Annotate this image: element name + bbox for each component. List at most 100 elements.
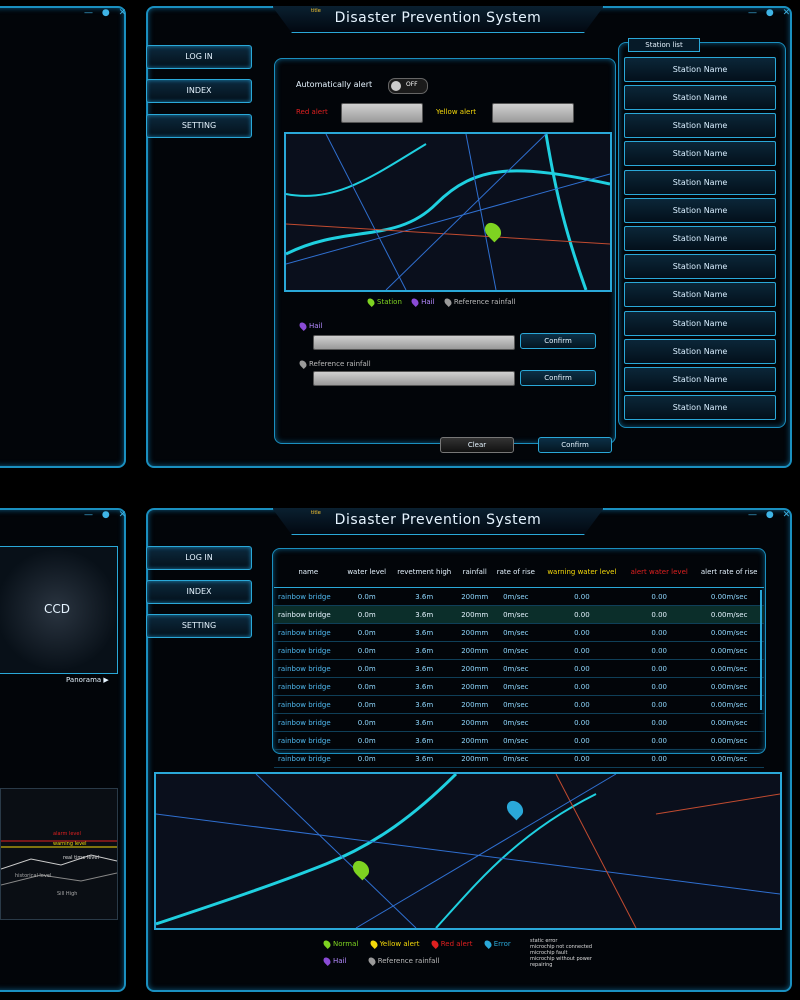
table-cell: 0.00m/sec (694, 695, 764, 714)
map-top-drawing (286, 134, 610, 290)
station-item[interactable]: Station Name (624, 226, 776, 251)
nav-setting-button[interactable]: SETTING (146, 114, 252, 138)
map-top[interactable] (284, 132, 612, 292)
table-cell: 200mm (457, 641, 492, 660)
reference-label-text: Reference rainfall (309, 360, 371, 368)
map-top-legend: Station Hail Reference rainfall (366, 297, 515, 307)
table-cell: 0.00 (624, 641, 695, 660)
normal-pin-icon (322, 939, 332, 949)
col-name[interactable]: name (274, 557, 343, 588)
table-cell: 0.00 (539, 587, 625, 606)
table-cell: 0.0m (342, 731, 391, 750)
station-item[interactable]: Station Name (624, 395, 776, 420)
ccd-view[interactable]: CCD (0, 546, 118, 674)
table-cell: 0m/sec (491, 641, 540, 660)
table-row[interactable]: rainbow bridge0.0m3.6m200mm0m/sec0.000.0… (274, 641, 764, 660)
legend-normal: Normal (333, 940, 359, 948)
station-item[interactable]: Station Name (624, 311, 776, 336)
col-water-level[interactable]: water level (342, 557, 391, 588)
station-item[interactable]: Station Name (624, 254, 776, 279)
table-cell: 0.00 (624, 713, 695, 732)
station-item[interactable]: Station Name (624, 141, 776, 166)
map-bottom[interactable] (154, 772, 782, 930)
table-row[interactable]: rainbow bridge0.0m3.6m200mm0m/sec0.000.0… (274, 659, 764, 678)
yellow-pin-icon (368, 939, 379, 949)
table-cell: 0.00 (624, 623, 695, 642)
nav-index-button[interactable]: INDEX (146, 580, 252, 604)
table-cell: 200mm (457, 659, 492, 678)
reference-pin-icon (442, 297, 453, 307)
clear-button[interactable]: Clear (440, 437, 514, 453)
table-row[interactable]: rainbow bridge0.0m3.6m200mm0m/sec0.000.0… (274, 587, 764, 606)
station-item[interactable]: Station Name (624, 57, 776, 82)
reference-icon (298, 359, 308, 369)
nav-index-button[interactable]: INDEX (146, 79, 252, 103)
col-warning-water-level[interactable]: warning water level (539, 557, 625, 588)
table-scrollbar[interactable] (760, 590, 762, 710)
table-cell: rainbow bridge (274, 713, 343, 732)
station-item[interactable]: Station Name (624, 282, 776, 307)
status-notes: static error microchip not connected mic… (530, 938, 592, 968)
table-cell: 200mm (457, 677, 492, 696)
nav-login-button[interactable]: LOG IN (146, 546, 252, 570)
table-row[interactable]: rainbow bridge0.0m3.6m200mm0m/sec0.000.0… (274, 731, 764, 750)
nav-login-button[interactable]: LOG IN (146, 45, 252, 69)
table-cell: 0.00 (539, 623, 625, 642)
table-cell: 0.00 (624, 677, 695, 696)
table-cell: 0.00 (624, 659, 695, 678)
confirm-button[interactable]: Confirm (538, 437, 612, 453)
nav-setting-button[interactable]: SETTING (146, 614, 252, 638)
hail-confirm-button[interactable]: Confirm (520, 333, 596, 349)
left-window-top-controls[interactable]: — ● ✕ (84, 8, 129, 18)
hail-field-label: Hail (298, 321, 322, 331)
red-pin-icon (429, 939, 440, 949)
reference-confirm-button[interactable]: Confirm (520, 370, 596, 386)
hail-input[interactable] (313, 335, 515, 350)
error-pin-icon (482, 939, 493, 949)
table-row[interactable]: rainbow bridge0.0m3.6m200mm0m/sec0.000.0… (274, 605, 764, 624)
legend-error: Error (493, 940, 511, 948)
chart-level-historical: historical level (15, 873, 52, 879)
panorama-link[interactable]: Panorama ▶ (66, 676, 109, 684)
table-cell: 0.0m (342, 695, 391, 714)
table-row[interactable]: rainbow bridge0.0m3.6m200mm0m/sec0.000.0… (274, 623, 764, 642)
station-item[interactable]: Station Name (624, 113, 776, 138)
table-cell: 0.00m/sec (694, 749, 764, 768)
col-alert-water-level[interactable]: alert water level (624, 557, 695, 588)
table-cell: 0.0m (342, 677, 391, 696)
table-cell: 0.0m (342, 641, 391, 660)
station-item[interactable]: Station Name (624, 339, 776, 364)
yellow-alert-input[interactable] (492, 103, 574, 123)
reference-input[interactable] (313, 371, 515, 386)
red-alert-input[interactable] (341, 103, 423, 123)
col-revetment-high[interactable]: revetment high (390, 557, 458, 588)
window-controls-top[interactable]: — ● ✕ (748, 8, 793, 18)
table-cell: rainbow bridge (274, 587, 343, 606)
table-cell: 0.00 (624, 605, 695, 624)
table-cell: 3.6m (390, 677, 458, 696)
auto-alert-toggle[interactable]: OFF (388, 78, 428, 94)
left-window-bottom-controls[interactable]: — ● ✕ (84, 510, 129, 520)
table-row[interactable]: rainbow bridge0.0m3.6m200mm0m/sec0.000.0… (274, 695, 764, 714)
table-cell: 0m/sec (491, 749, 540, 768)
table-row[interactable]: rainbow bridge0.0m3.6m200mm0m/sec0.000.0… (274, 713, 764, 732)
table-cell: 0.00 (624, 587, 695, 606)
table-cell: 0.00m/sec (694, 659, 764, 678)
station-item[interactable]: Station Name (624, 85, 776, 110)
legend-red: Red alert (440, 940, 473, 948)
table-row[interactable]: rainbow bridge0.0m3.6m200mm0m/sec0.000.0… (274, 749, 764, 768)
legend-yellow: Yellow alert (379, 940, 420, 948)
station-item[interactable]: Station Name (624, 198, 776, 223)
table-row[interactable]: rainbow bridge0.0m3.6m200mm0m/sec0.000.0… (274, 677, 764, 696)
col-alert-rate-of-rise[interactable]: alert rate of rise (694, 557, 764, 588)
station-item[interactable]: Station Name (624, 367, 776, 392)
station-item[interactable]: Station Name (624, 170, 776, 195)
station-table: name water level revetment high rainfall… (274, 557, 764, 804)
col-rate-of-rise[interactable]: rate of rise (491, 557, 540, 588)
table-cell: 3.6m (390, 749, 458, 768)
window-controls-bottom[interactable]: — ● ✕ (748, 510, 793, 520)
water-level-chart: alarm level warning level real time leve… (0, 788, 118, 920)
hail-pin-icon (410, 297, 421, 307)
col-rainfall[interactable]: rainfall (457, 557, 492, 588)
table-cell: 0m/sec (491, 677, 540, 696)
